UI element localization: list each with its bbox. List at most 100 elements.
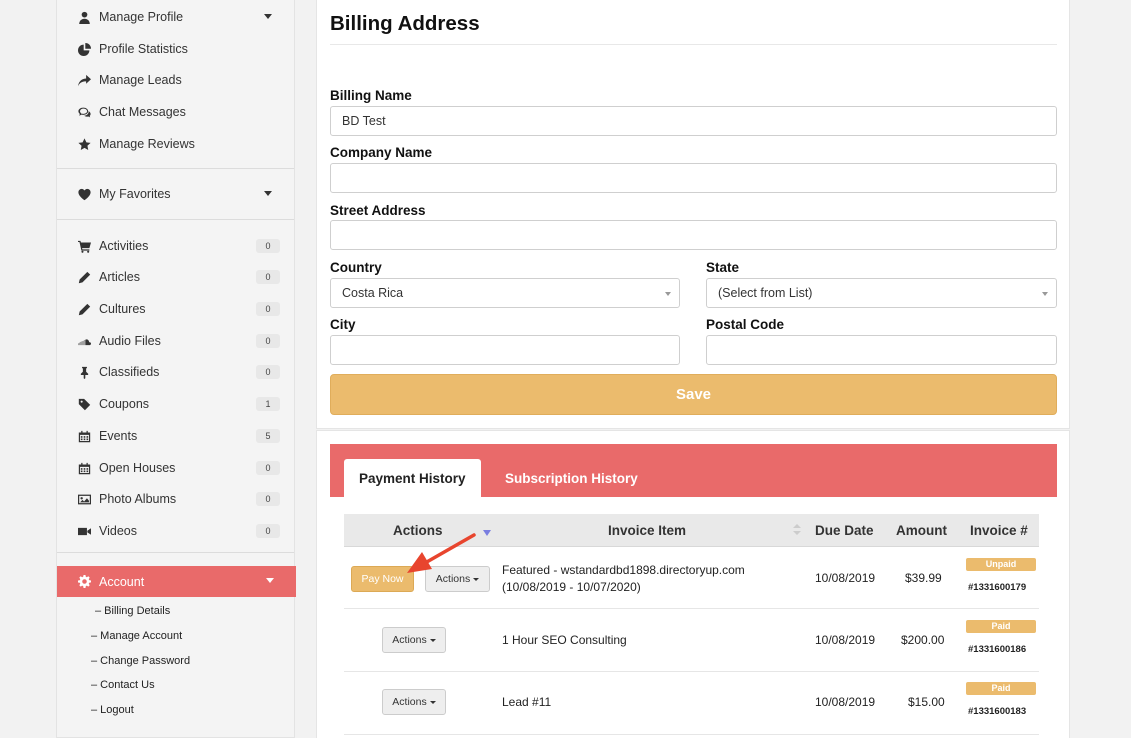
amount: $200.00 <box>901 633 945 647</box>
sidebar-item-label: Open Houses <box>99 461 176 475</box>
image-icon <box>76 491 92 507</box>
sidebar-item-activities[interactable]: Activities 0 <box>57 231 294 261</box>
submenu-change-password[interactable]: – Change Password <box>91 653 190 669</box>
country-select[interactable]: Costa Rica <box>330 278 680 308</box>
billing-name-label: Billing Name <box>330 88 412 103</box>
submenu-logout[interactable]: – Logout <box>91 702 134 718</box>
sidebar-item-manage-profile[interactable]: Manage Profile <box>57 2 294 32</box>
sidebar-item-articles[interactable]: Articles 0 <box>57 262 294 292</box>
invoice-number: #1331600186 <box>968 644 1027 655</box>
actions-dropdown-button[interactable]: Actions <box>425 566 490 592</box>
pie-chart-icon <box>76 41 92 57</box>
table-row: Actions Lead #11 10/08/2019 $15.00 Paid … <box>344 673 1039 735</box>
calendar-icon <box>76 460 92 476</box>
column-invoice-item[interactable]: Invoice Item <box>608 514 686 547</box>
invoice-number: #1331600179 <box>968 582 1027 593</box>
sidebar-item-cultures[interactable]: Cultures 0 <box>57 294 294 324</box>
status-badge: Paid <box>966 620 1036 633</box>
chevron-down-icon <box>1042 292 1048 296</box>
invoice-number: #1331600183 <box>968 706 1027 717</box>
pay-now-button[interactable]: Pay Now <box>351 566 414 592</box>
chevron-down-icon[interactable] <box>266 578 274 583</box>
tab-payment-history[interactable]: Payment History <box>344 459 481 497</box>
state-select[interactable]: (Select from List) <box>706 278 1057 308</box>
save-button[interactable]: Save <box>330 374 1057 415</box>
sidebar-item-audio-files[interactable]: Audio Files 0 <box>57 326 294 356</box>
divider <box>57 168 294 169</box>
country-select-value: Costa Rica <box>342 286 404 300</box>
sidebar-item-label: Manage Profile <box>99 10 184 24</box>
sort-down-icon[interactable] <box>793 531 801 535</box>
invoice-item: 1 Hour SEO Consulting <box>502 633 627 647</box>
actions-label: Actions <box>392 634 427 646</box>
count-badge: 0 <box>256 461 280 475</box>
status-badge: Unpaid <box>966 558 1036 571</box>
tab-bar: Payment History Subscription History <box>330 444 1057 497</box>
sort-desc-icon[interactable] <box>483 530 491 536</box>
tag-icon <box>76 396 92 412</box>
sidebar-item-label: Articles <box>99 270 140 284</box>
calendar-icon <box>76 428 92 444</box>
sidebar-item-coupons[interactable]: Coupons 1 <box>57 389 294 419</box>
company-name-input[interactable] <box>330 163 1057 193</box>
sidebar-item-label: Photo Albums <box>99 492 177 506</box>
sidebar: Manage Profile Profile Statistics Manage… <box>56 0 296 738</box>
amount: $15.00 <box>908 695 945 709</box>
street-address-input[interactable] <box>330 220 1057 250</box>
chat-bubbles-icon <box>76 104 92 120</box>
submenu-contact-us[interactable]: – Contact Us <box>91 677 155 693</box>
sidebar-item-manage-leads[interactable]: Manage Leads <box>57 65 294 95</box>
soundcloud-icon <box>76 333 92 349</box>
invoice-item: Featured - wstandardbd1898.directoryup.c… <box>502 563 745 577</box>
actions-dropdown-button[interactable]: Actions <box>382 689 446 715</box>
star-icon <box>76 136 92 152</box>
column-invoice-number[interactable]: Invoice # <box>970 514 1028 547</box>
count-badge: 0 <box>256 365 280 379</box>
sidebar-item-videos[interactable]: Videos 0 <box>57 516 294 546</box>
table-row: Actions 1 Hour SEO Consulting 10/08/2019… <box>344 610 1039 672</box>
table-header: Actions Invoice Item Due Date Amount Inv… <box>344 514 1039 547</box>
share-arrow-icon <box>76 72 92 88</box>
sidebar-item-classifieds[interactable]: Classifieds 0 <box>57 357 294 387</box>
chevron-down-icon[interactable] <box>264 14 272 19</box>
count-badge: 0 <box>256 270 280 284</box>
pushpin-icon <box>76 364 92 380</box>
heart-icon <box>76 186 92 202</box>
column-due-date[interactable]: Due Date <box>815 514 874 547</box>
submenu-billing-details[interactable]: – Billing Details <box>95 603 170 619</box>
sidebar-item-open-houses[interactable]: Open Houses 0 <box>57 453 294 483</box>
country-label: Country <box>330 260 382 275</box>
sidebar-item-photo-albums[interactable]: Photo Albums 0 <box>57 484 294 514</box>
sidebar-item-account[interactable]: Account <box>57 566 296 597</box>
caret-down-icon <box>429 700 436 704</box>
billing-address-panel: Billing Address Billing Name BD Test Com… <box>316 0 1070 429</box>
billing-name-input[interactable]: BD Test <box>330 106 1057 136</box>
actions-dropdown-button[interactable]: Actions <box>382 627 446 653</box>
chevron-down-icon[interactable] <box>264 191 272 196</box>
column-amount[interactable]: Amount <box>896 514 947 547</box>
status-badge: Paid <box>966 682 1036 695</box>
due-date: 10/08/2019 <box>815 571 876 585</box>
tab-subscription-history[interactable]: Subscription History <box>490 459 653 497</box>
caret-down-icon <box>473 577 480 581</box>
count-badge: 5 <box>256 429 280 443</box>
sidebar-item-label: Cultures <box>99 302 146 316</box>
pencil-icon <box>76 269 92 285</box>
sort-up-icon[interactable] <box>793 524 801 528</box>
column-actions[interactable]: Actions <box>393 514 443 547</box>
sidebar-item-events[interactable]: Events 5 <box>57 421 294 451</box>
sidebar-item-my-favorites[interactable]: My Favorites <box>57 179 294 209</box>
sidebar-item-label: Account <box>99 574 145 589</box>
city-input[interactable] <box>330 335 680 365</box>
gear-icon <box>76 574 92 590</box>
sidebar-item-profile-statistics[interactable]: Profile Statistics <box>57 34 294 64</box>
count-badge: 0 <box>256 334 280 348</box>
submenu-manage-account[interactable]: – Manage Account <box>91 628 182 644</box>
sidebar-item-chat-messages[interactable]: Chat Messages <box>57 97 294 127</box>
sidebar-item-label: Coupons <box>99 397 150 411</box>
sidebar-item-label: Videos <box>99 524 137 538</box>
divider <box>57 552 294 553</box>
count-badge: 0 <box>256 239 280 253</box>
postal-code-input[interactable] <box>706 335 1057 365</box>
sidebar-item-manage-reviews[interactable]: Manage Reviews <box>57 129 294 159</box>
